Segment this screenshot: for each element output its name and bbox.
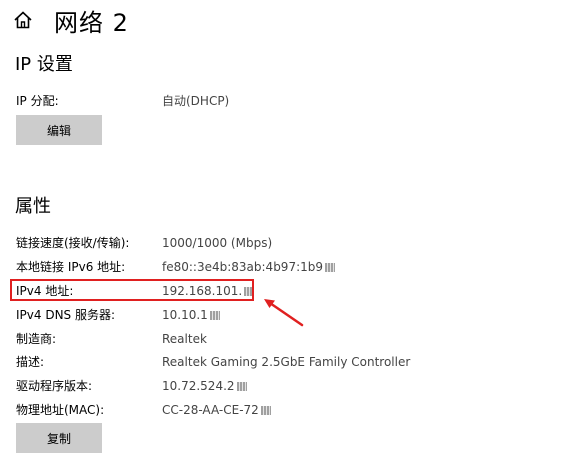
redaction-mask	[260, 406, 271, 415]
property-label: 本地链接 IPv6 地址:	[16, 260, 126, 274]
redaction-mask	[236, 382, 247, 391]
property-value-wrap: 10.10.1	[162, 306, 220, 324]
home-icon[interactable]	[12, 9, 34, 31]
redaction-mask	[209, 311, 220, 320]
annotation-arrow-icon	[264, 299, 304, 327]
property-value: 1000/1000 (Mbps)	[162, 236, 273, 250]
property-label: 制造商:	[16, 332, 57, 346]
page-header: 网络 2	[12, 4, 129, 37]
ip-assignment-label: IP 分配:	[16, 94, 59, 108]
property-value-wrap: 10.72.524.2	[162, 377, 247, 395]
redaction-mask	[325, 263, 336, 272]
property-value: 10.10.1	[162, 308, 208, 322]
edit-button[interactable]: 编辑	[16, 115, 102, 145]
network-settings-page: 网络 2 IP 设置 IP 分配: 自动(DHCP) 编辑 属性 链接速度(接收…	[0, 0, 569, 460]
property-label: 物理地址(MAC):	[16, 403, 105, 417]
property-label: 链接速度(接收/传输):	[16, 236, 130, 250]
properties-heading: 属性	[15, 196, 51, 217]
property-value: Realtek	[162, 332, 207, 346]
page-title: 网络 2	[54, 8, 129, 37]
copy-button[interactable]: 复制	[16, 423, 102, 453]
ip-assignment-value: 自动(DHCP)	[162, 94, 230, 108]
property-label: 驱动程序版本:	[16, 379, 93, 393]
property-value: Realtek Gaming 2.5GbE Family Controller	[162, 355, 411, 369]
ip-settings-heading: IP 设置	[15, 54, 73, 75]
property-value: CC-28-AA-CE-72	[162, 403, 259, 417]
ipv4-highlight-box	[10, 279, 254, 301]
property-label: IPv4 DNS 服务器:	[16, 308, 116, 322]
property-value: fe80::3e4b:83ab:4b97:1b9	[162, 260, 324, 274]
property-value: 10.72.524.2	[162, 379, 235, 393]
property-value-wrap: CC-28-AA-CE-72	[162, 401, 271, 419]
property-value-wrap: fe80::3e4b:83ab:4b97:1b9	[162, 258, 336, 276]
property-label: 描述:	[16, 355, 45, 369]
